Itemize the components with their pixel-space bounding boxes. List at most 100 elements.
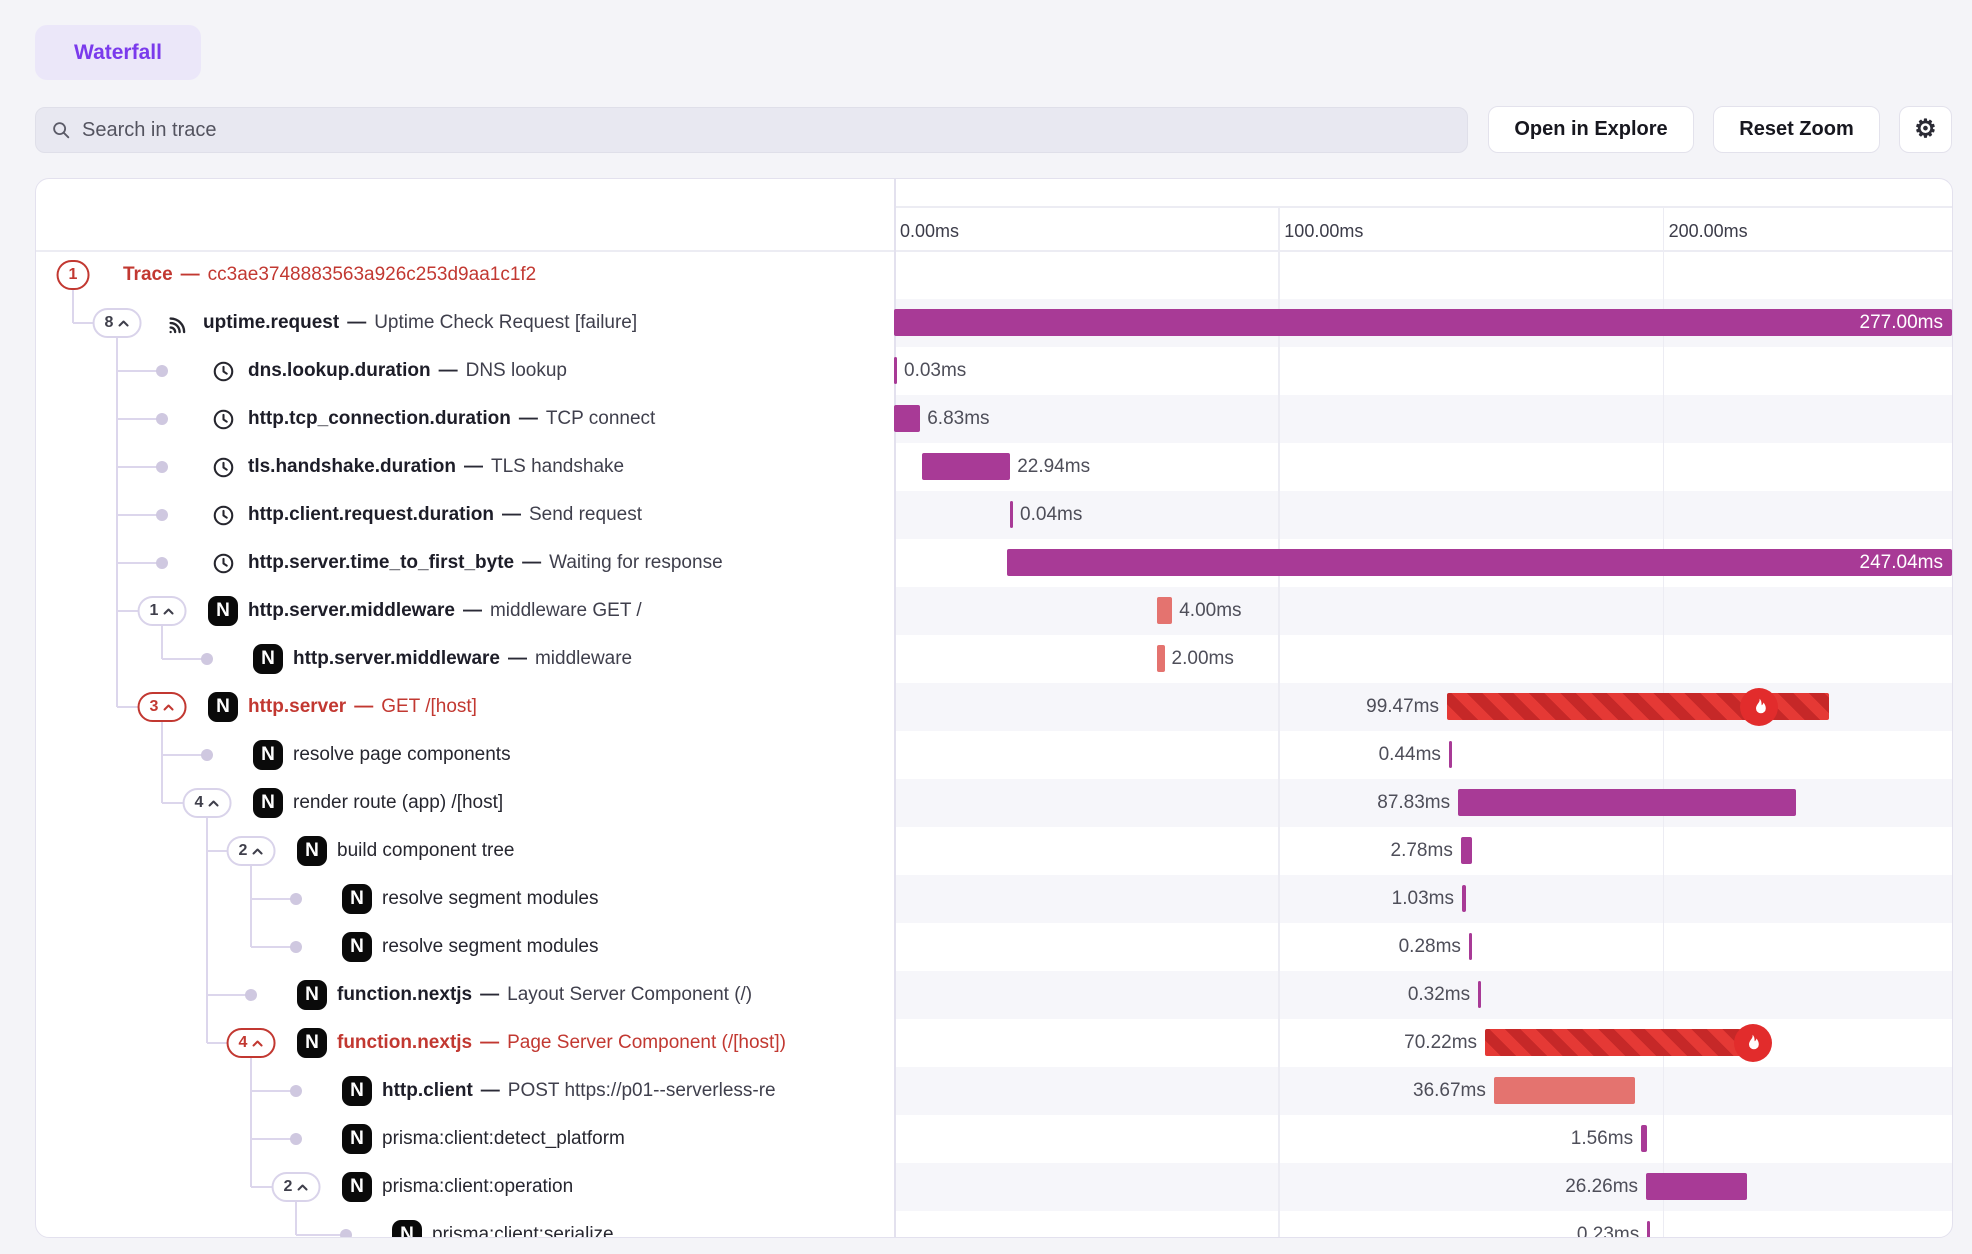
expand-badge[interactable]: 4 [227, 1028, 276, 1058]
duration-label: 2.00ms [1172, 635, 1234, 683]
span-row-label[interactable]: http.client.request.duration—Send reques… [248, 491, 642, 539]
span-description: Uptime Check Request [failure] [374, 312, 637, 334]
span-bar[interactable] [1157, 645, 1165, 672]
span-row-label[interactable]: prisma:client:operation [382, 1163, 573, 1211]
span-bar[interactable] [1449, 741, 1452, 768]
span-bar[interactable] [1469, 933, 1472, 960]
tree-dot [340, 1229, 352, 1238]
tree-dot [156, 365, 168, 377]
clock-duration-icon [211, 455, 236, 480]
span-row-label[interactable]: http.server.middleware—middleware [293, 635, 632, 683]
span-row-label[interactable]: http.server.middleware—middleware GET / [248, 587, 642, 635]
span-bar[interactable] [1010, 501, 1013, 528]
span-bar[interactable] [922, 453, 1010, 480]
tree-dot [290, 941, 302, 953]
row-stripe [894, 1163, 1953, 1211]
nextjs-icon: N [253, 788, 283, 818]
span-row-label[interactable]: dns.lookup.duration—DNS lookup [248, 347, 567, 395]
reset-zoom-button[interactable]: Reset Zoom [1713, 106, 1880, 153]
span-bar[interactable] [1494, 1077, 1635, 1104]
expand-badge[interactable]: 1 [57, 260, 90, 290]
tab-waterfall[interactable]: Waterfall [35, 25, 201, 80]
span-bar[interactable] [1485, 1029, 1755, 1056]
span-bar[interactable] [1641, 1125, 1647, 1152]
expand-badge[interactable]: 1 [138, 596, 187, 626]
duration-label: 0.28ms [1399, 923, 1461, 971]
open-in-explore-label: Open in Explore [1514, 118, 1667, 141]
span-row-label[interactable]: function.nextjs—Page Server Component (/… [337, 1019, 786, 1067]
chevron-up-icon [207, 799, 219, 808]
sentry-uptime-icon [163, 308, 193, 338]
badge-count: 4 [195, 794, 204, 812]
badge-count: 8 [105, 314, 114, 332]
span-row-label[interactable]: resolve page components [293, 731, 511, 779]
span-bar[interactable] [1646, 1173, 1747, 1200]
expand-badge[interactable]: 4 [183, 788, 232, 818]
span-row-label[interactable]: http.server—GET /[host] [248, 683, 477, 731]
span-bar[interactable] [894, 357, 897, 384]
expand-badge[interactable]: 2 [272, 1172, 321, 1202]
search-bar[interactable] [35, 107, 1468, 153]
span-row-label[interactable]: http.client—POST https://p01--serverless… [382, 1067, 776, 1115]
span-name: function.nextjs [337, 984, 472, 1006]
span-name: http.client.request.duration [248, 504, 494, 526]
span-bar[interactable] [1647, 1221, 1650, 1238]
expand-badge[interactable]: 3 [138, 692, 187, 722]
fire-icon [1740, 688, 1778, 726]
span-row-label[interactable]: http.server.time_to_first_byte—Waiting f… [248, 539, 723, 587]
chevron-up-icon [251, 1039, 263, 1048]
dash-separator: — [173, 264, 208, 286]
span-bar[interactable]: 247.04ms [1007, 549, 1952, 576]
span-bar[interactable] [1478, 981, 1481, 1008]
span-bar[interactable] [1462, 885, 1466, 912]
nextjs-icon: N [208, 596, 238, 626]
span-name: resolve segment modules [382, 888, 599, 910]
dash-separator: — [500, 648, 535, 670]
span-row-label[interactable]: function.nextjs—Layout Server Component … [337, 971, 752, 1019]
span-description: Page Server Component (/[host]) [507, 1032, 786, 1054]
duration-label: 26.26ms [1565, 1163, 1638, 1211]
duration-label: 4.00ms [1179, 587, 1241, 635]
duration-label: 36.67ms [1413, 1067, 1486, 1115]
dash-separator: — [456, 456, 491, 478]
span-bar[interactable] [1458, 789, 1796, 816]
span-row-label[interactable]: http.tcp_connection.duration—TCP connect [248, 395, 655, 443]
span-row-label[interactable]: tls.handshake.duration—TLS handshake [248, 443, 624, 491]
tree-dot [201, 653, 213, 665]
span-row-label[interactable]: resolve segment modules [382, 923, 599, 971]
span-description: TLS handshake [491, 456, 624, 478]
span-description: middleware GET / [490, 600, 642, 622]
expand-badge[interactable]: 8 [93, 308, 142, 338]
span-row-label[interactable]: resolve segment modules [382, 875, 599, 923]
duration-label: 277.00ms [1860, 312, 1952, 334]
span-bar[interactable]: 277.00ms [894, 309, 1952, 336]
search-input[interactable] [82, 119, 1453, 142]
row-stripe [894, 395, 1953, 443]
open-in-explore-button[interactable]: Open in Explore [1488, 106, 1694, 153]
nextjs-icon: N [342, 932, 372, 962]
span-bar[interactable] [1461, 837, 1472, 864]
span-name: http.client [382, 1080, 473, 1102]
span-row-label[interactable]: prisma:client:detect_platform [382, 1115, 625, 1163]
grid-line [1278, 206, 1280, 1238]
span-name: function.nextjs [337, 1032, 472, 1054]
dash-separator: — [472, 1032, 507, 1054]
span-name: render route (app) /[host] [293, 792, 503, 814]
dash-separator: — [346, 696, 381, 718]
expand-badge[interactable]: 2 [227, 836, 276, 866]
span-row-label[interactable]: Trace—cc3ae3748883563a926c253d9aa1c1f2 [123, 251, 536, 299]
clock-duration-icon [208, 500, 238, 530]
span-bar[interactable] [1157, 597, 1172, 624]
span-row-label[interactable]: build component tree [337, 827, 514, 875]
span-row-label[interactable]: uptime.request—Uptime Check Request [fai… [203, 299, 637, 347]
span-bar[interactable] [894, 405, 920, 432]
clock-duration-icon [211, 407, 236, 432]
span-row-label[interactable]: prisma:client:serialize [432, 1211, 614, 1238]
search-icon [50, 119, 72, 141]
settings-button[interactable]: ⚙ [1899, 106, 1952, 153]
timeline-header-rule [894, 206, 1953, 208]
nextjs-icon: N [253, 740, 283, 770]
span-row-label[interactable]: render route (app) /[host] [293, 779, 503, 827]
span-name: tls.handshake.duration [248, 456, 456, 478]
chevron-up-icon [162, 607, 174, 616]
